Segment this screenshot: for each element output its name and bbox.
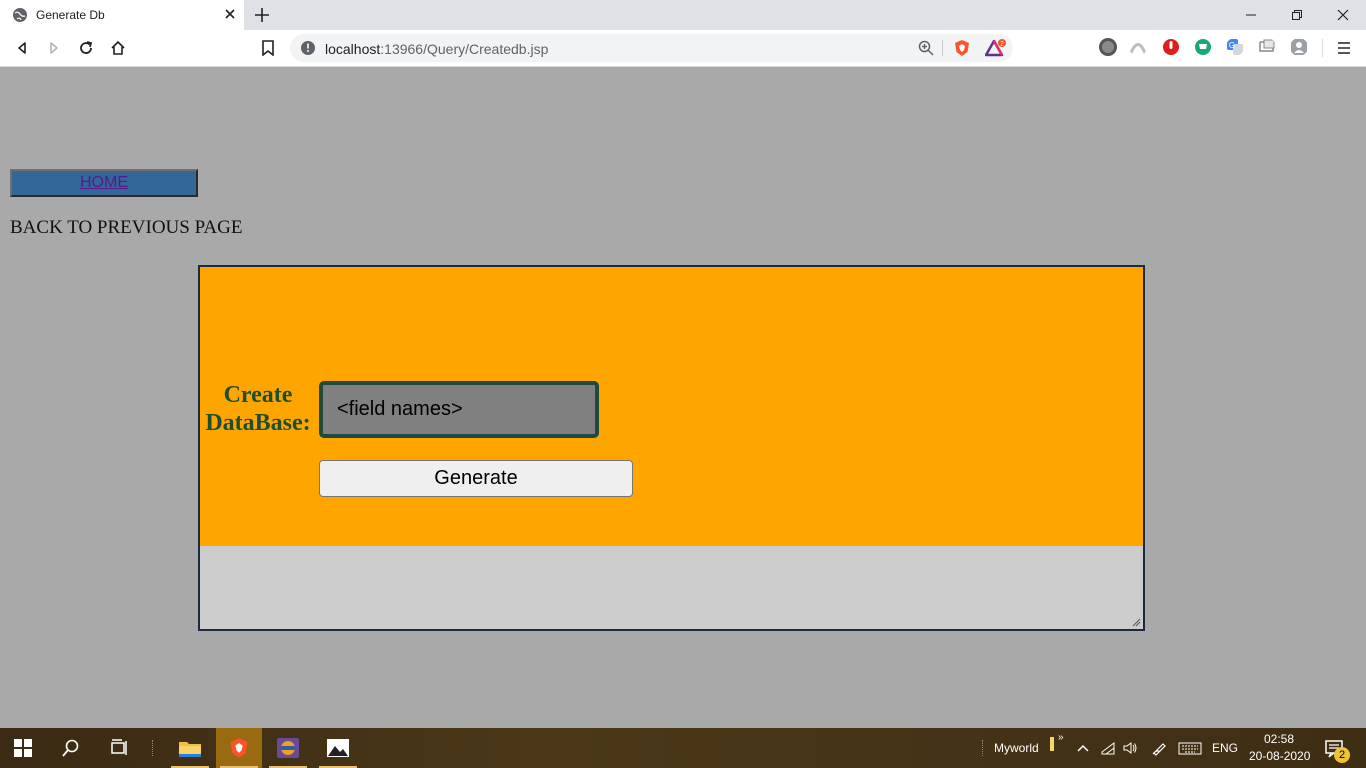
back-to-previous-page[interactable]: BACK TO PREVIOUS PAGE [10,217,242,239]
toolbar-handle[interactable] [1050,737,1054,751]
home-nav-bar: HOME [10,169,198,197]
ide-icon [277,738,299,758]
ide-button[interactable] [265,728,311,768]
photos-button[interactable] [315,728,361,768]
extension-adblock-icon[interactable] [1162,38,1180,56]
windows-icon [14,739,32,757]
extension-translate-icon[interactable]: G [1226,38,1244,56]
myworld-label[interactable]: Myworld [994,741,1039,755]
address-bar[interactable]: localhost:13966/Query/Createdb.jsp 2 [290,34,1013,62]
forward-button[interactable] [44,38,64,58]
svg-text:G: G [1229,41,1235,50]
home-link[interactable]: HOME [80,174,128,191]
new-tab-icon[interactable] [252,5,272,25]
close-window-button[interactable] [1320,0,1366,30]
close-icon [1337,9,1349,21]
language-indicator[interactable]: ENG [1212,741,1238,755]
back-button[interactable] [12,38,32,58]
field-names-input[interactable] [319,381,599,438]
info-icon[interactable] [300,40,316,56]
bookmark-icon [262,40,274,56]
taskbar: Myworld » ENG 02:58 20-08-2020 2 [0,728,1366,768]
extension-record-icon[interactable] [1099,38,1117,56]
brave-shield-icon[interactable] [953,39,971,57]
extension-shop-icon[interactable] [1194,38,1212,56]
search-icon [62,739,79,757]
start-button[interactable] [0,728,46,768]
reload-button[interactable] [76,38,96,58]
show-hidden-icons-icon[interactable] [1075,740,1091,756]
pen-icon[interactable] [1151,740,1167,756]
zoom-icon[interactable] [918,40,934,56]
url-host: localhost [325,41,381,57]
volume-icon[interactable] [1122,740,1138,756]
url-text[interactable]: localhost:13966/Query/Createdb.jsp [325,41,548,57]
browser-toolbar: localhost:13966/Query/Createdb.jsp 2 G [0,30,1366,67]
chevron-icon[interactable]: » [1058,732,1064,743]
restore-icon [1292,10,1302,20]
photos-icon [327,739,349,757]
brave-rewards-icon[interactable]: 2 [985,39,1007,57]
folder-icon [179,742,201,757]
restore-button[interactable] [1274,0,1320,30]
task-view-button[interactable] [96,728,142,768]
globe-icon [13,8,27,22]
task-view-icon [111,739,127,755]
create-database-label: Create DataBase: [205,382,311,436]
reload-icon [80,41,93,54]
extension-screen-icon[interactable] [1258,38,1276,56]
back-arrow-icon [18,42,26,54]
browser-tab[interactable]: Generate Db [0,0,244,30]
clock-date[interactable]: 20-08-2020 [1249,749,1310,763]
tray-divider [982,740,985,756]
minimize-button[interactable] [1228,0,1274,30]
extension-arch-icon[interactable] [1129,38,1147,56]
wifi-icon[interactable] [1100,740,1116,756]
taskbar-divider [152,740,154,756]
brave-icon [230,738,248,758]
tab-strip: Generate Db [0,0,1366,30]
close-tab-icon[interactable] [222,6,238,22]
resize-grip-icon[interactable] [1131,617,1141,627]
notification-badge: 2 [1334,747,1350,763]
toolbar-separator [1322,39,1323,57]
url-path: :13966/Query/Createdb.jsp [380,41,549,57]
clock-time[interactable]: 02:58 [1264,732,1294,746]
action-center-button[interactable]: 2 [1316,728,1366,768]
menu-icon[interactable] [1336,38,1352,58]
tab-title: Generate Db [36,8,105,22]
generate-button[interactable]: Generate [319,460,633,497]
home-icon [111,40,125,55]
brave-browser-button[interactable] [216,728,262,768]
search-button[interactable] [48,728,94,768]
home-button[interactable] [108,38,128,58]
create-db-form: Create DataBase: Generate [200,267,1143,546]
extension-profile-icon[interactable] [1290,38,1308,56]
keyboard-icon[interactable] [1178,740,1202,756]
create-db-panel: Create DataBase: Generate [198,265,1145,631]
file-explorer-button[interactable] [167,728,213,768]
bookmark-button[interactable] [258,38,278,58]
minimize-icon [1246,14,1256,16]
omnibox-separator [942,40,943,56]
forward-arrow-icon [50,42,58,54]
